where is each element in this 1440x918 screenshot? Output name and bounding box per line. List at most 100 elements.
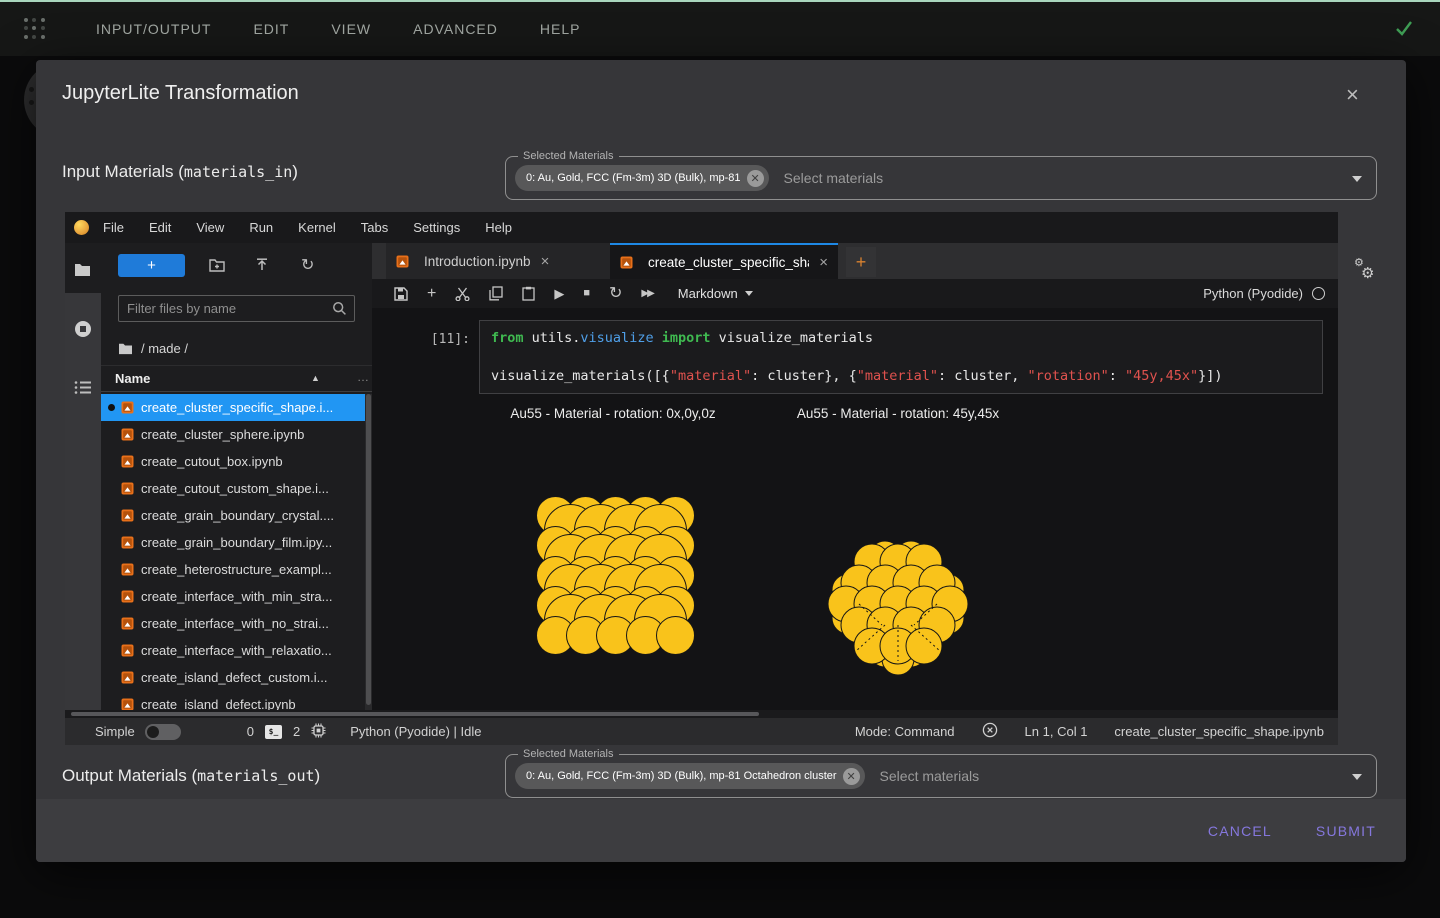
- trust-shield-icon[interactable]: [982, 722, 998, 741]
- kernel-status-icon[interactable]: [1312, 287, 1325, 300]
- output-material-chip[interactable]: 0: Au, Gold, FCC (Fm-3m) 3D (Bulk), mp-8…: [515, 763, 865, 789]
- file-row[interactable]: create_cutout_custom_shape.i...: [101, 475, 372, 502]
- terminal-count[interactable]: 0: [247, 724, 254, 739]
- jupyter-menu-kernel[interactable]: Kernel: [298, 220, 336, 235]
- file-row[interactable]: create_cluster_sphere.ipynb: [101, 421, 372, 448]
- jupyter-menu-help[interactable]: Help: [485, 220, 512, 235]
- dialog-title: JupyterLite Transformation: [62, 82, 299, 105]
- close-icon[interactable]: ×: [1346, 84, 1359, 106]
- app-menu-input-output[interactable]: INPUT/OUTPUT: [96, 21, 211, 37]
- jupyter-menu-edit[interactable]: Edit: [149, 220, 171, 235]
- tab-label: Introduction.ipynb: [424, 254, 531, 269]
- status-bar: Simple 0 $_ 2 Python (Pyodide) | Idle Mo…: [65, 718, 1338, 745]
- notebook-icon: [121, 671, 134, 684]
- filter-files-input[interactable]: Filter files by name: [118, 295, 355, 322]
- jupyterlite-transformation-dialog: JupyterLite Transformation × Input Mater…: [36, 60, 1406, 862]
- stop-kernel-icon[interactable]: ■: [583, 288, 590, 299]
- file-browser-tab-icon[interactable]: [74, 262, 91, 282]
- app-menu-advanced[interactable]: ADVANCED: [413, 21, 498, 37]
- kernel-status-text[interactable]: Python (Pyodide) | Idle: [350, 724, 481, 739]
- jupyter-menu-view[interactable]: View: [196, 220, 224, 235]
- paste-cell-icon[interactable]: [522, 286, 535, 301]
- file-row[interactable]: create_island_defect_custom.i...: [101, 664, 372, 691]
- kernel-count[interactable]: 2: [293, 724, 300, 739]
- chip-label: 0: Au, Gold, FCC (Fm-3m) 3D (Bulk), mp-8…: [526, 172, 741, 184]
- upload-icon[interactable]: [255, 258, 269, 278]
- notebook-icon: [620, 256, 633, 269]
- cancel-button[interactable]: CANCEL: [1208, 823, 1272, 839]
- cell-type-dropdown[interactable]: Markdown: [678, 286, 753, 301]
- input-materials-select[interactable]: Selected Materials 0: Au, Gold, FCC (Fm-…: [505, 156, 1377, 200]
- header-more-icon: …: [357, 370, 370, 384]
- tab-create_cluster_specific_sha[interactable]: create_cluster_specific_sha×: [610, 243, 838, 279]
- run-cell-icon[interactable]: ▶: [554, 287, 564, 300]
- new-launcher-button[interactable]: +: [118, 254, 185, 277]
- chip-delete-icon[interactable]: ✕: [843, 768, 860, 785]
- app-menu-view[interactable]: VIEW: [331, 21, 371, 37]
- submit-button[interactable]: SUBMIT: [1316, 823, 1376, 839]
- file-row[interactable]: create_grain_boundary_film.ipy...: [101, 529, 372, 556]
- restart-kernel-icon[interactable]: ↻: [609, 286, 622, 302]
- tab-introduction-ipynb[interactable]: Introduction.ipynb ×: [386, 243, 610, 279]
- file-row[interactable]: create_grain_boundary_crystal....: [101, 502, 372, 529]
- file-row[interactable]: create_interface_with_relaxatio...: [101, 637, 372, 664]
- new-folder-icon[interactable]: [209, 258, 225, 277]
- chevron-down-icon: [745, 291, 753, 296]
- app-menu-help[interactable]: HELP: [540, 21, 581, 37]
- tab-close-icon[interactable]: ×: [819, 254, 828, 271]
- file-name: create_grain_boundary_crystal....: [141, 508, 334, 523]
- simple-mode-toggle[interactable]: [145, 724, 181, 740]
- dropdown-arrow-icon[interactable]: [1352, 176, 1362, 182]
- jupyter-menu-tabs[interactable]: Tabs: [361, 220, 388, 235]
- running-dot: [108, 404, 115, 411]
- file-name: create_heterostructure_exampl...: [141, 562, 332, 577]
- file-row[interactable]: create_heterostructure_exampl...: [101, 556, 372, 583]
- table-of-contents-tab-icon[interactable]: [74, 380, 92, 400]
- cursor-position[interactable]: Ln 1, Col 1: [1025, 724, 1088, 739]
- add-cell-icon[interactable]: +: [427, 286, 436, 302]
- output-materials-select[interactable]: Selected Materials 0: Au, Gold, FCC (Fm-…: [505, 754, 1377, 798]
- add-tab-icon[interactable]: +: [846, 247, 876, 277]
- app-menu-edit[interactable]: EDIT: [253, 21, 289, 37]
- file-name: create_interface_with_no_strai...: [141, 616, 329, 631]
- notebook-icon: [121, 482, 134, 495]
- settings-gears-icon[interactable]: ⚙⚙: [1354, 258, 1384, 288]
- file-name: create_cutout_box.ipynb: [141, 454, 283, 469]
- notebook-icon: [121, 401, 134, 414]
- output-label-right: Au55 - Material - rotation: 45y,45x: [783, 406, 1013, 421]
- file-browser-scrollbar[interactable]: [365, 394, 372, 718]
- jupyter-menu-settings[interactable]: Settings: [413, 220, 460, 235]
- copy-cell-icon[interactable]: [489, 286, 503, 301]
- running-kernels-tab-icon[interactable]: [74, 320, 92, 343]
- file-list-header[interactable]: Name ▲ …: [101, 365, 372, 392]
- run-all-icon[interactable]: ▶▶: [641, 289, 652, 299]
- refresh-icon[interactable]: ↻: [301, 255, 314, 275]
- save-icon[interactable]: [394, 287, 408, 301]
- file-row[interactable]: create_cluster_specific_shape.i...: [101, 394, 372, 421]
- jupyter-menu-file[interactable]: File: [103, 220, 124, 235]
- dropdown-arrow-icon[interactable]: [1352, 774, 1362, 780]
- jupyter-menu-run[interactable]: Run: [249, 220, 273, 235]
- cut-cell-icon[interactable]: [455, 287, 470, 301]
- code-cell-editor[interactable]: from utils.visualize import visualize_ma…: [479, 320, 1323, 394]
- file-row[interactable]: create_interface_with_min_stra...: [101, 583, 372, 610]
- statusbar-filename: create_cluster_specific_shape.ipynb: [1114, 724, 1324, 739]
- file-name: create_interface_with_relaxatio...: [141, 643, 332, 658]
- app-logo-dots-icon[interactable]: [24, 18, 46, 40]
- horizontal-scrollbar[interactable]: [65, 710, 1338, 718]
- kernel-chip-icon: [311, 723, 326, 741]
- file-row[interactable]: create_interface_with_no_strai...: [101, 610, 372, 637]
- jupyter-main: + ↻ Filter files by name: [65, 243, 1338, 718]
- output-label-left: Au55 - Material - rotation: 0x,0y,0z: [498, 406, 728, 421]
- mode-indicator[interactable]: Mode: Command: [855, 724, 955, 739]
- breadcrumb[interactable]: / made /: [118, 341, 188, 356]
- file-row[interactable]: create_cutout_box.ipynb: [101, 448, 372, 475]
- cluster-visualization-right: [823, 530, 973, 678]
- notebook-icon: [121, 509, 134, 522]
- input-material-chip[interactable]: 0: Au, Gold, FCC (Fm-3m) 3D (Bulk), mp-8…: [515, 165, 769, 191]
- chip-delete-icon[interactable]: ✕: [747, 170, 764, 187]
- notebook-icon: [396, 255, 409, 268]
- tab-close-icon[interactable]: ×: [541, 253, 550, 270]
- checkmark-icon: [1394, 18, 1414, 43]
- kernel-name[interactable]: Python (Pyodide): [1203, 286, 1303, 301]
